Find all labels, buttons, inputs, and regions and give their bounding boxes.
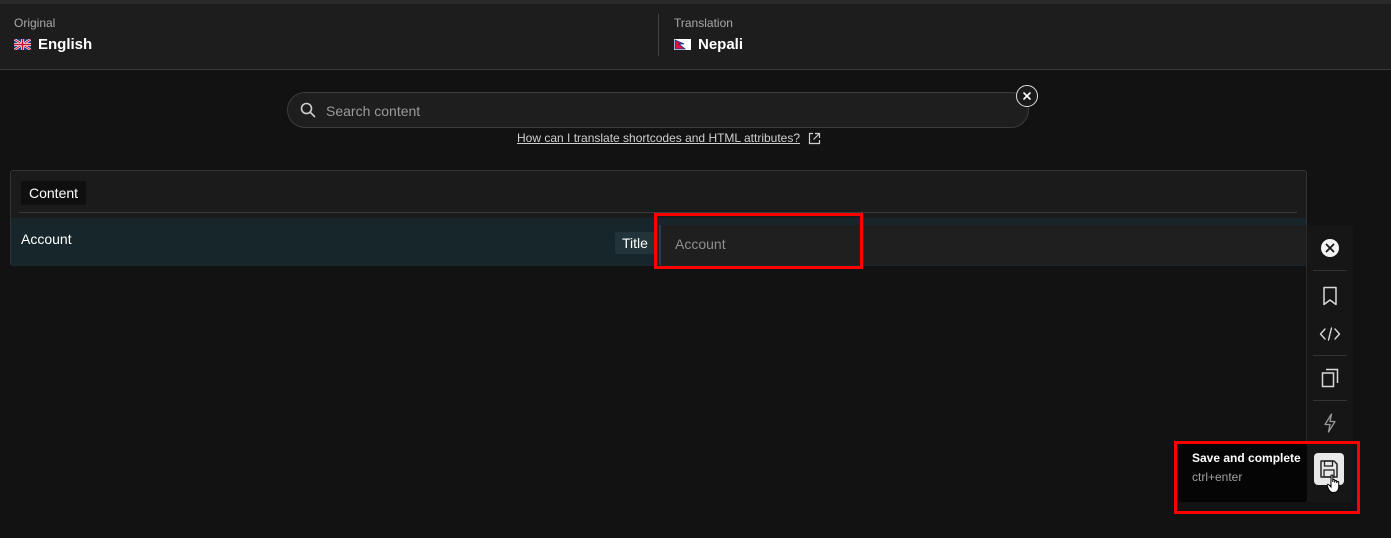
- language-header: Original English Translation Nepali: [0, 4, 1391, 70]
- toolbar-divider: [1313, 355, 1347, 356]
- search-clear-button[interactable]: [1016, 85, 1038, 107]
- bookmark-icon: [1323, 286, 1337, 306]
- pointer-cursor-icon: [1326, 474, 1340, 493]
- auto-translate-button[interactable]: [1307, 403, 1353, 443]
- code-icon: [1319, 327, 1341, 341]
- code-button[interactable]: [1307, 314, 1353, 354]
- source-text: Account: [21, 231, 72, 247]
- search-bar: [287, 92, 1029, 129]
- translation-language-name: Nepali: [698, 36, 744, 53]
- save-tooltip: Save and complete ctrl+enter: [1179, 444, 1307, 502]
- close-icon: [1321, 239, 1339, 257]
- help-link-text: How can I translate shortcodes and HTML …: [517, 131, 801, 145]
- external-link-icon: [808, 132, 821, 144]
- translation-text: Account: [675, 236, 726, 252]
- help-link[interactable]: How can I translate shortcodes and HTML …: [517, 131, 821, 145]
- field-type-badge: Title: [615, 232, 655, 254]
- translation-caption: Translation: [674, 16, 733, 30]
- original-language-name: English: [38, 36, 93, 53]
- content-section-label: Content: [21, 181, 87, 205]
- bookmark-button[interactable]: [1307, 276, 1353, 316]
- lightning-icon: [1324, 413, 1336, 433]
- toolbar-divider: [1313, 400, 1347, 401]
- search-icon: [300, 102, 316, 118]
- uk-flag-icon: [14, 39, 31, 50]
- original-language: Original English: [14, 16, 92, 53]
- copy-button[interactable]: [1307, 358, 1353, 398]
- copy-icon: [1321, 368, 1339, 388]
- content-panel: Content Account Title Account: [10, 170, 1307, 266]
- close-editor-button[interactable]: [1307, 228, 1353, 268]
- header-divider: [658, 14, 659, 56]
- search-input[interactable]: [324, 93, 1018, 129]
- original-caption: Original: [14, 16, 56, 30]
- toolbar-divider: [1313, 270, 1347, 271]
- tooltip-shortcut: ctrl+enter: [1192, 470, 1243, 484]
- tooltip-title: Save and complete: [1192, 451, 1301, 465]
- close-icon: [1023, 92, 1031, 100]
- nepal-flag-icon: [674, 39, 691, 50]
- translation-language: Translation Nepali: [674, 16, 743, 53]
- translation-field[interactable]: Account: [659, 225, 1306, 265]
- panel-divider: [19, 212, 1297, 213]
- table-row[interactable]: Account Title Account: [11, 218, 1306, 266]
